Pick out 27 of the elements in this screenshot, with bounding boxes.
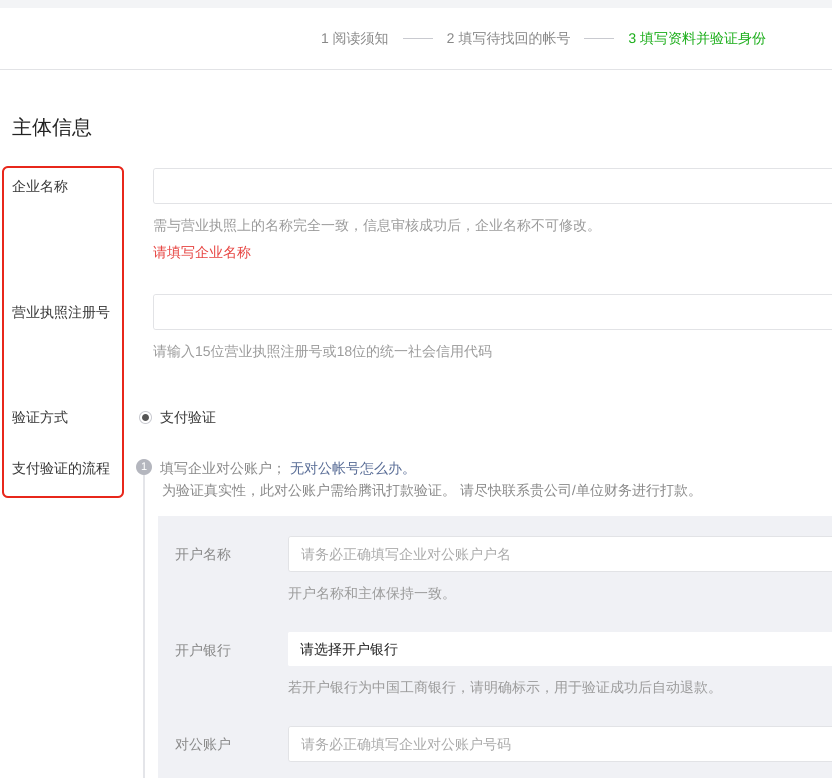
field-label: 营业执照注册号 xyxy=(12,303,111,322)
step-note: 为验证真实性，此对公账户需给腾讯打款验证。 请尽快联系贵公司/单位财务进行打款。 xyxy=(162,481,703,500)
step-description: 填写企业对公账户； 无对公帐号怎么办。 xyxy=(160,459,417,478)
field-label: 对公账户 xyxy=(175,735,232,754)
bank-select[interactable]: 请选择开户银行 xyxy=(288,632,832,666)
radio-icon[interactable] xyxy=(139,410,152,424)
text-field[interactable]: 请务必正确填写企业对公账户户名 xyxy=(288,536,832,572)
step-label: 2 填写待找回的帐号 xyxy=(446,29,570,48)
section-title: 主体信息 xyxy=(12,116,93,141)
field-label: 企业名称 xyxy=(12,177,69,196)
field-label: 验证方式 xyxy=(12,408,69,427)
step-label: 1 阅读须知 xyxy=(320,29,389,48)
field-hint: 若开户银行为中国工商银行，请明确标示，用于验证成功后自动退款。 xyxy=(288,678,723,697)
field-hint: 开户名称和主体保持一致。 xyxy=(288,584,457,603)
field-hint: 需与营业执照上的名称完全一致，信息审核成功后，企业名称不可修改。 xyxy=(153,216,602,235)
step-number: 1 xyxy=(136,459,152,475)
help-link[interactable]: 无对公帐号怎么办。 xyxy=(290,460,416,476)
field-label: 开户银行 xyxy=(175,641,232,660)
text-field[interactable] xyxy=(153,168,832,204)
radio-option[interactable]: 支付验证 xyxy=(139,407,216,427)
text-field[interactable] xyxy=(153,294,832,330)
field-hint: 请输入15位营业执照注册号或18位的统一社会信用代码 xyxy=(153,342,494,361)
field-label: 开户名称 xyxy=(175,545,232,564)
step-label: 3 填写资料并验证身份 xyxy=(628,29,766,48)
error-message: 请填写企业名称 xyxy=(153,243,252,262)
text-field[interactable]: 请务必正确填写企业对公账户号码 xyxy=(288,726,832,762)
field-label: 支付验证的流程 xyxy=(12,459,111,478)
